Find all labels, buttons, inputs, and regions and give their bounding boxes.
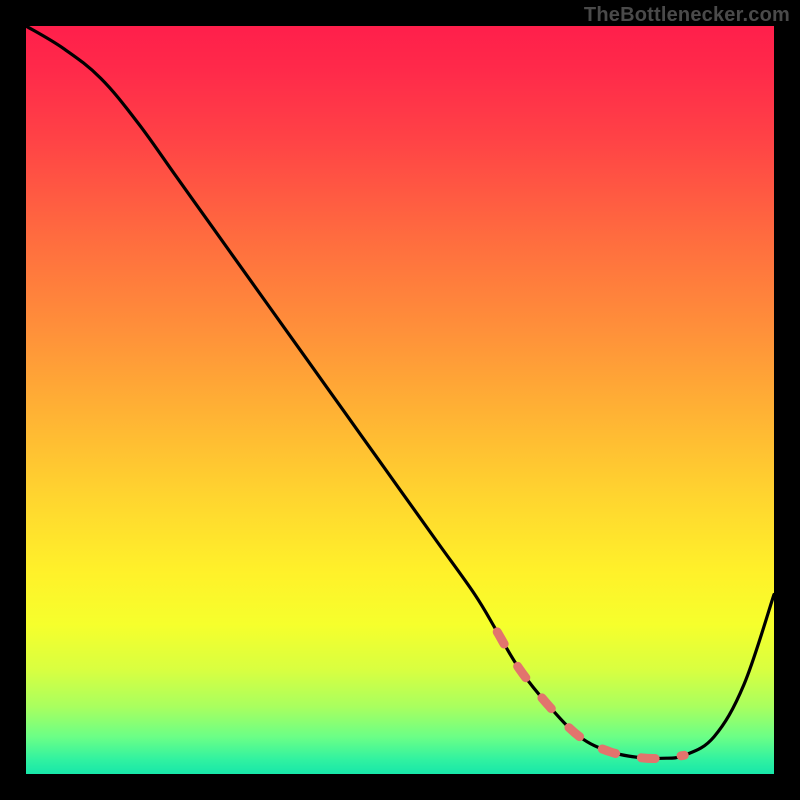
curve-layer [26,26,774,774]
optimal-range-dash [497,632,684,759]
bottleneck-curve [26,26,774,759]
plot-area [26,26,774,774]
chart-frame: TheBottlenecker.com [0,0,800,800]
watermark-label: TheBottlenecker.com [584,4,790,27]
